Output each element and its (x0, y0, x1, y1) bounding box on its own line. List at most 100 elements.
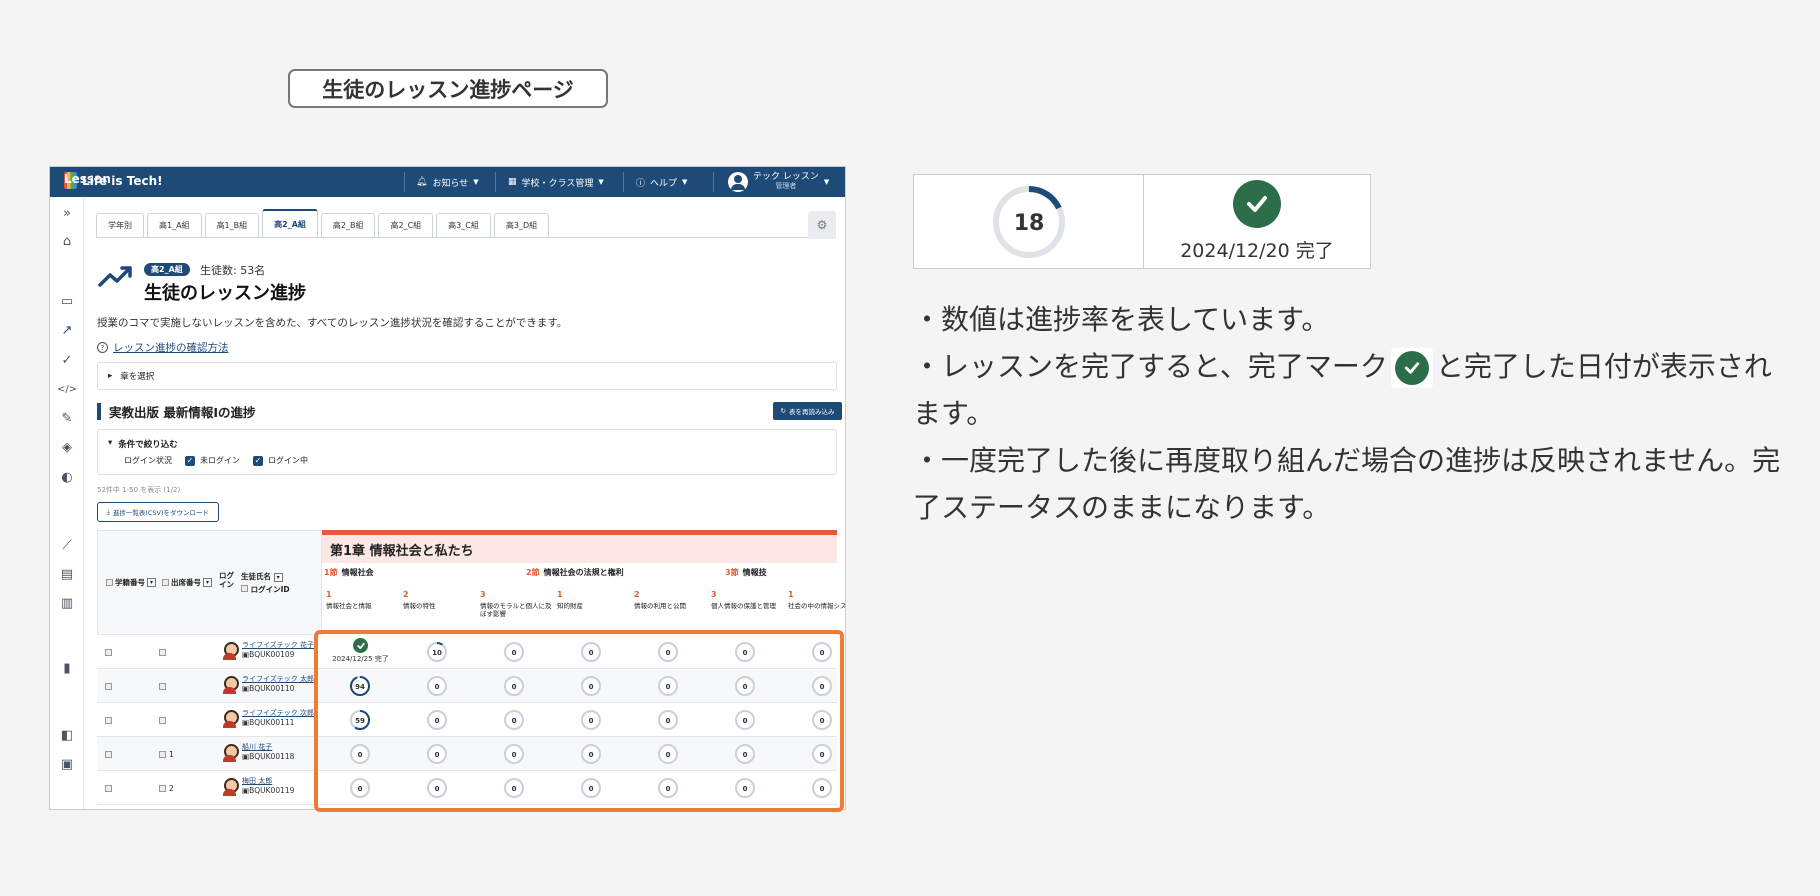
legend-panel: 18 2024/12/20 完了 (913, 174, 1371, 269)
chapter-title: 第1章 情報社会と私たち (322, 535, 837, 563)
complete-check-icon (1390, 348, 1433, 388)
report-icon[interactable]: ▥ (59, 595, 75, 611)
sort-icon: ▾ (273, 573, 283, 582)
sidebar: » ⌂ ▭ ↗ ✓ </> ✎ ◈ ◐ ⟋ ▤ ▥ ▮ ◧ ▣ (50, 197, 84, 809)
row-checkbox (105, 716, 112, 724)
note-line: ・数値は進捗率を表しています。 (913, 303, 1330, 336)
row-checkbox (105, 682, 112, 690)
pen-icon[interactable]: ✎ (59, 410, 75, 426)
check-circle-icon[interactable]: ✓ (59, 352, 75, 368)
code-icon[interactable]: </> (57, 381, 77, 397)
login-filter-row: ログイン状況 ✓ 未ログイン ✓ ログイン中 (124, 455, 308, 466)
section-label: 3節 情報技 (725, 568, 767, 577)
user-menu[interactable]: テック レッスン 管理者 ▼ (728, 167, 829, 197)
monitor-icon[interactable]: ▭ (59, 293, 75, 309)
student-name-header[interactable]: 生徒氏名 ▾ ログインID (241, 571, 290, 595)
help-menu[interactable]: ⓘ ヘルプ ▼ (636, 167, 687, 197)
login-status-label: ログイン状況 (124, 456, 172, 465)
logo-subtext: Lesson (64, 172, 111, 186)
trend-icon[interactable]: ↗ (59, 322, 75, 338)
student-name-link[interactable]: ライフイズテック 太郎 (242, 675, 314, 684)
expand-sidebar-icon[interactable]: » (59, 205, 75, 221)
notifications-label: お知らせ (432, 178, 469, 189)
section-heading: 実教出版 最新情報Iの進捗 (97, 403, 256, 420)
lesson-column-header[interactable]: 1 知的財産 (557, 590, 634, 610)
avatar (222, 676, 239, 694)
tab-class[interactable]: 高2_B組 (320, 213, 376, 237)
lesson-column-header[interactable]: 2 情報の利用と公開 (634, 590, 711, 610)
lesson-column-header[interactable]: 3 個人情報の保護と管理 (711, 590, 788, 610)
lesson-column-header[interactable]: 3 情報のモラルと個人に及ぼす影響 (480, 590, 557, 618)
not-logged-in-checkbox[interactable]: ✓ (185, 455, 195, 466)
school-mgmt-label: 学校・クラス管理 (521, 178, 594, 189)
bell-icon: 🔔︎ (416, 177, 428, 187)
student-name-link[interactable]: ライフイズテック 次郎 (242, 709, 314, 718)
tab-class[interactable]: 高1_B組 (204, 213, 260, 237)
bar-chart-icon[interactable]: ▮ (59, 660, 75, 676)
home-icon[interactable]: ⌂ (59, 233, 75, 249)
howto-link-text: レッスン進捗の確認方法 (113, 342, 229, 354)
documents-icon[interactable]: ▤ (59, 566, 75, 582)
class-tabs: 学年別 高1_A組 高1_B組 高2_A組 高2_B組 高2_C組 高3_C組 高3_D組 (96, 209, 550, 237)
seat-no-header[interactable]: 出席番号 ▾ (162, 577, 212, 588)
student-name-link[interactable]: 梅田 太郎 (242, 777, 294, 786)
page-title: 生徒のレッスン進捗 (144, 283, 306, 304)
lesson-header: 第1章 情報社会と私たち 1節 情報社会 2節 情報社会の法規と権利 3節 情報技 1 情報… (322, 530, 845, 635)
student-name-link[interactable]: 船川 花子 (242, 743, 294, 752)
explanation-notes: ・数値は進捗率を表しています。 ・レッスンを完了すると、完了マーク と完了した日付… (913, 296, 1783, 531)
section-label: 2節 情報社会の法規と権利 (526, 568, 624, 577)
login-header: ログイン (219, 571, 234, 589)
progress-value: 18 (1013, 211, 1044, 236)
nav-divider (404, 172, 405, 192)
lesson-column-header[interactable]: 1社会の中の情報システム (788, 590, 845, 610)
chapter-select[interactable]: ▸ 章を選択 (97, 362, 837, 390)
question-icon: ? (97, 342, 108, 353)
python-icon[interactable]: ◈ (59, 439, 75, 455)
notifications-menu[interactable]: 🔔︎ お知らせ ▼ (416, 167, 479, 197)
top-navbar: Life is Tech! Lesson 🔔︎ お知らせ ▼ ▦ 学校・クラス管… (50, 167, 845, 197)
chevron-down-icon: ▾ (108, 438, 113, 448)
login-id: ▣BQUK00119 (242, 785, 295, 795)
tab-class[interactable]: 高3_C組 (436, 213, 491, 237)
tab-class[interactable]: 高2_A組 (262, 209, 318, 237)
filter-panel: ▾ 条件で絞り込む ログイン状況 ✓ 未ログイン ✓ ログイン中 (97, 429, 837, 475)
reload-table-button[interactable]: ↻ 表を再読み込み (773, 402, 842, 420)
chevron-down-icon: ▼ (823, 178, 830, 186)
page-description: 授業のコマで実施しないレッスンを含めた、すべてのレッスン進捗状況を確認することが… (97, 317, 568, 329)
chevron-down-icon: ▼ (598, 178, 604, 186)
gear-icon: ⚙ (816, 218, 828, 232)
howto-link[interactable]: ? レッスン進捗の確認方法 (97, 340, 229, 355)
tab-class[interactable]: 高1_A組 (147, 213, 202, 237)
chart-line-icon[interactable]: ⟋ (59, 537, 75, 553)
avatar (222, 710, 239, 728)
palette-icon[interactable]: ◐ (59, 469, 75, 485)
avatar (222, 642, 239, 660)
filter-toggle[interactable]: ▾ 条件で絞り込む (108, 438, 178, 450)
not-logged-in-label: 未ログイン (200, 456, 240, 465)
legend-complete: 2024/12/20 完了 (1144, 175, 1370, 268)
school-mgmt-menu[interactable]: ▦ 学校・クラス管理 ▼ (508, 167, 604, 197)
refresh-icon: ↻ (780, 407, 786, 415)
csv-download-button[interactable]: ⤓ 進捗一覧表(CSV)をダウンロード (97, 502, 219, 522)
sort-icon: ▾ (203, 578, 212, 587)
complete-date: 2024/12/20 完了 (1180, 240, 1334, 262)
note-line: ・一度完了した後に再度取り組んだ場合の進捗は反映されません。完了ステータスのまま… (913, 444, 1781, 524)
file-edit-icon[interactable]: ▣ (59, 756, 75, 772)
lesson-column-header[interactable]: 1 情報社会と情報 (326, 590, 403, 610)
section-label: 1節 情報社会 (324, 568, 374, 577)
lesson-column-header[interactable]: 2 情報の特性 (403, 590, 480, 610)
legend-progress: 18 (914, 175, 1144, 268)
trend-up-icon (98, 266, 132, 287)
building-icon: ▦ (508, 177, 517, 187)
tab-class[interactable]: 高2_C組 (378, 213, 434, 237)
book-icon[interactable]: ◧ (59, 727, 75, 743)
note-line: ・レッスンを完了すると、完了マーク と完了した日付が表示されます。 (913, 348, 1772, 430)
chevron-right-icon: ▸ (108, 371, 113, 381)
tab-class[interactable]: 高3_D組 (493, 213, 550, 237)
filter-title: 条件で絞り込む (118, 440, 178, 450)
tab-class[interactable]: 学年別 (96, 213, 144, 237)
school-no-header[interactable]: 学籍番号 ▾ (106, 577, 156, 588)
student-name-link[interactable]: ライフイズテック 花子 (242, 641, 314, 650)
logged-in-checkbox[interactable]: ✓ (253, 455, 263, 466)
settings-button[interactable]: ⚙ (808, 211, 836, 239)
